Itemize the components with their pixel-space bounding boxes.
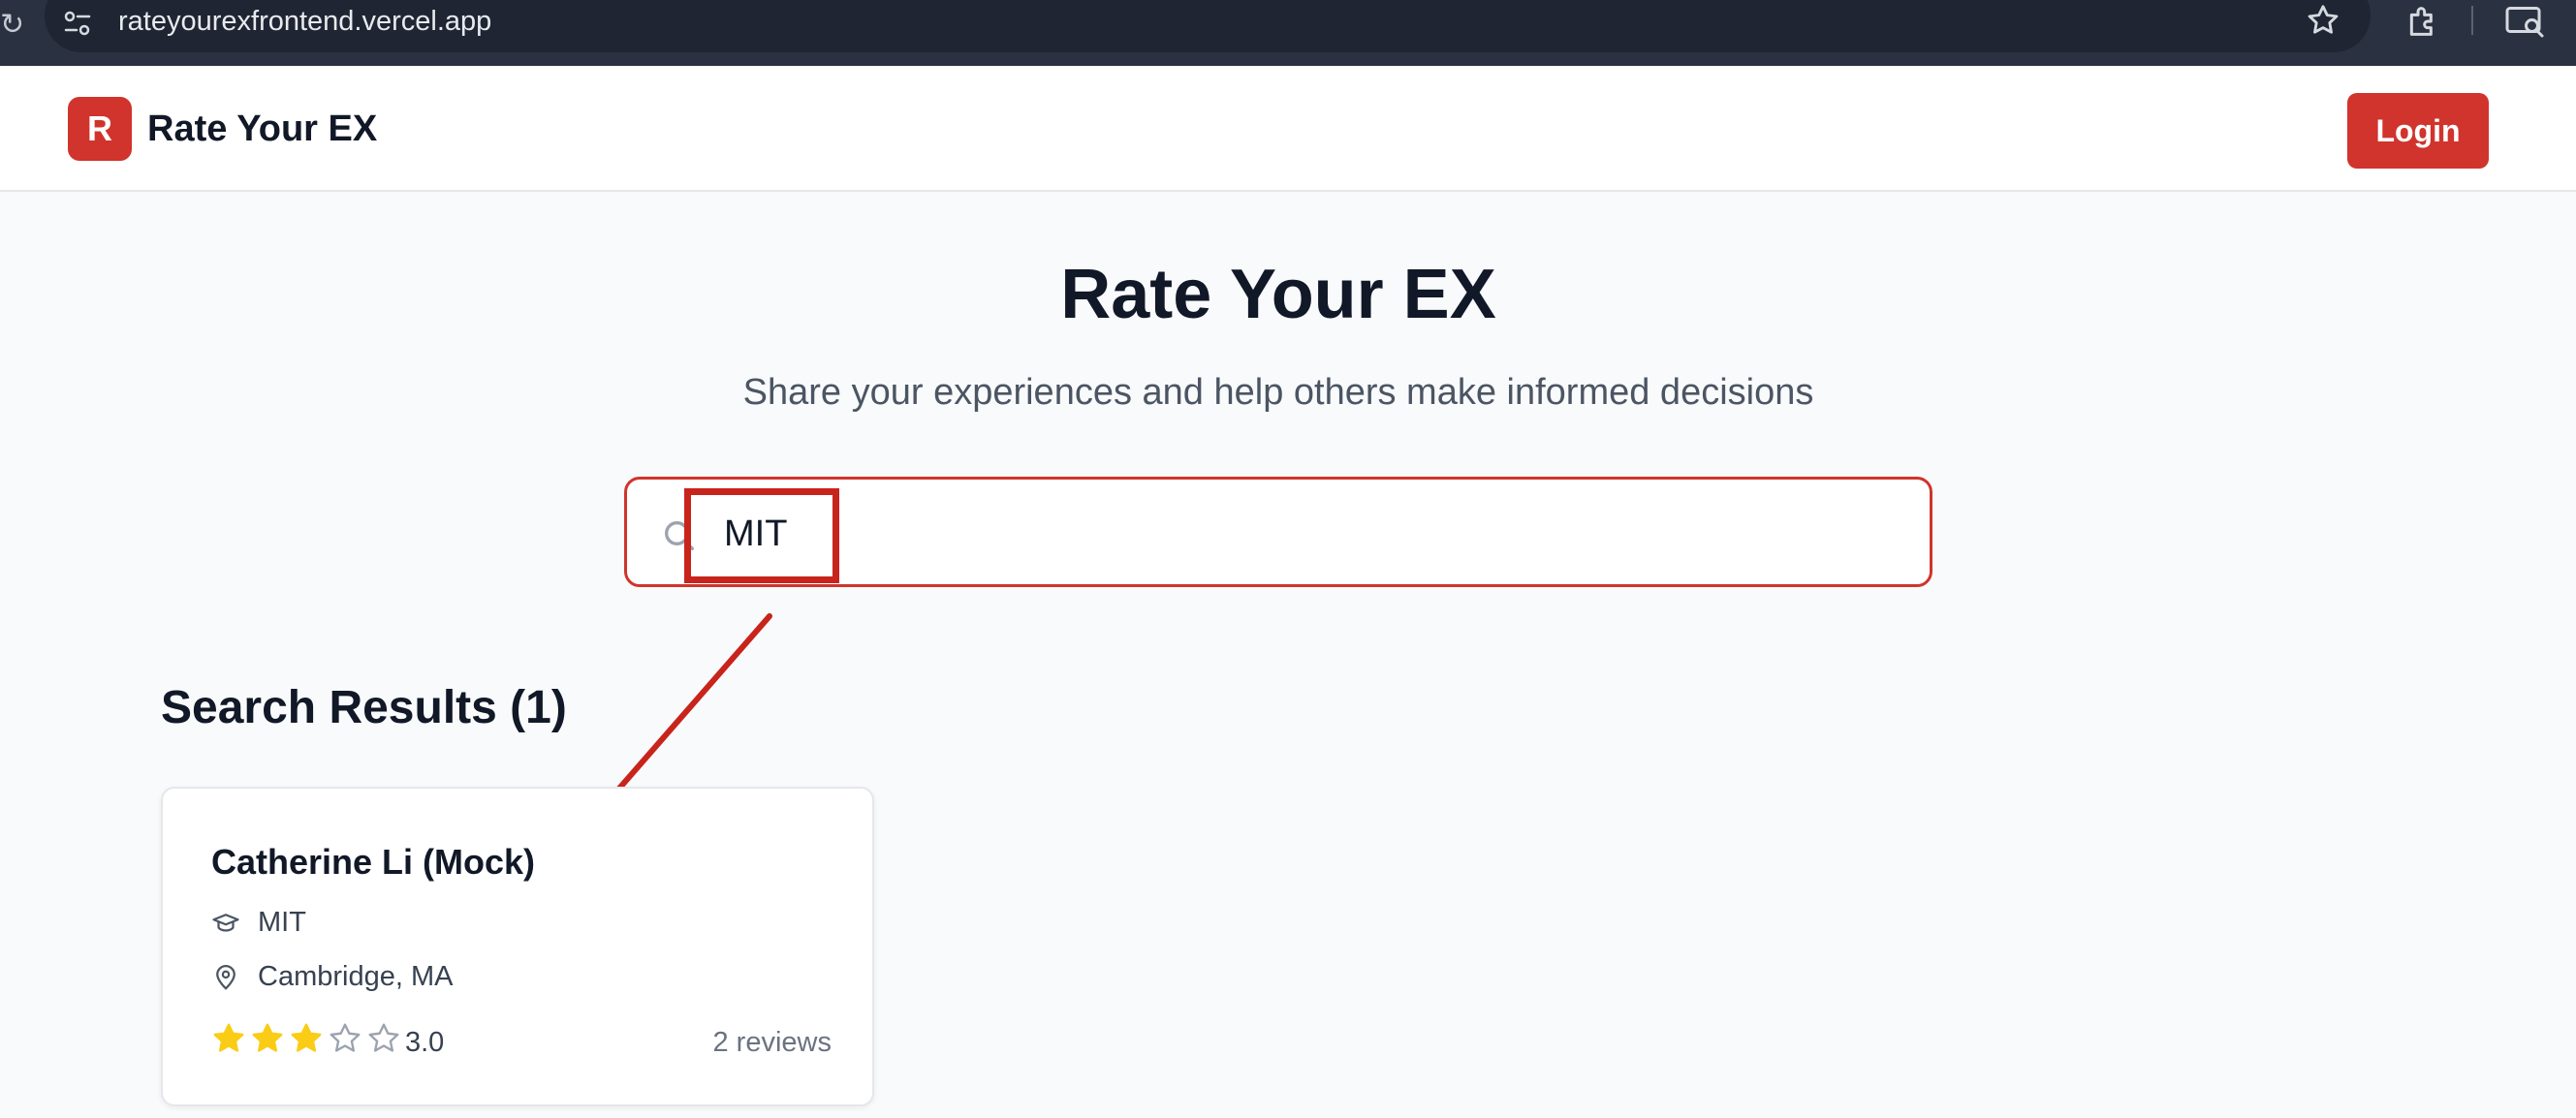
browser-toolbar: ↻ rateyourexfrontend.vercel.app	[0, 0, 2576, 66]
star-filled-icon	[213, 1023, 244, 1052]
star-rating	[211, 1021, 405, 1060]
search-box[interactable]	[624, 477, 1932, 587]
rating-row: 3.0 2 reviews	[211, 1021, 832, 1060]
cast-icon[interactable]	[2504, 4, 2545, 39]
site-info-icon[interactable]	[58, 4, 97, 43]
graduation-cap-icon	[212, 914, 239, 932]
star-empty-icon	[368, 1023, 399, 1052]
page-title: Rate Your EX	[1060, 256, 1496, 333]
result-card[interactable]: Catherine Li (Mock) MIT Cambridge, MA 3.…	[161, 787, 874, 1106]
bookmark-star-icon[interactable]	[2305, 2, 2341, 39]
location-text: Cambridge, MA	[258, 961, 454, 992]
brand-name[interactable]: Rate Your EX	[147, 107, 377, 151]
url-text[interactable]: rateyourexfrontend.vercel.app	[118, 4, 491, 39]
star-filled-icon	[291, 1023, 322, 1052]
logo-icon[interactable]: R	[68, 97, 132, 161]
star-empty-icon	[330, 1023, 361, 1052]
page-subtitle: Share your experiences and help others m…	[742, 372, 1814, 413]
map-pin-icon	[216, 965, 236, 990]
app-header: R Rate Your EX Login	[0, 66, 2576, 192]
toolbar-divider	[2471, 6, 2473, 35]
search-icon	[665, 521, 694, 550]
search-input[interactable]	[724, 507, 1887, 561]
page: ↻ rateyourexfrontend.vercel.app R Rate Y…	[0, 0, 2576, 1118]
reload-icon[interactable]: ↻	[0, 8, 24, 42]
school-text: MIT	[258, 907, 306, 938]
extensions-icon[interactable]	[2403, 2, 2442, 41]
results-heading: Search Results (1)	[161, 682, 567, 733]
star-filled-icon	[252, 1023, 283, 1052]
result-name[interactable]: Catherine Li (Mock)	[211, 841, 535, 884]
login-button[interactable]: Login	[2347, 93, 2489, 169]
rating-value: 3.0	[405, 1027, 445, 1058]
review-count: 2 reviews	[712, 1027, 832, 1058]
